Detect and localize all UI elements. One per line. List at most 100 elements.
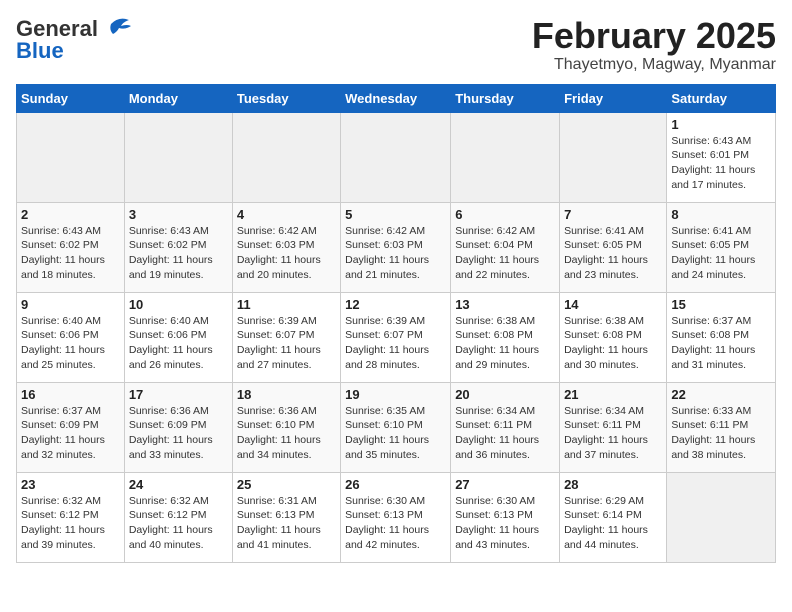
calendar-cell: 27Sunrise: 6:30 AM Sunset: 6:13 PM Dayli… bbox=[451, 472, 560, 562]
day-number: 12 bbox=[345, 297, 446, 312]
day-info: Sunrise: 6:40 AM Sunset: 6:06 PM Dayligh… bbox=[129, 314, 228, 373]
day-info: Sunrise: 6:37 AM Sunset: 6:09 PM Dayligh… bbox=[21, 404, 120, 463]
calendar-cell: 17 Sunrise: 6:36 AM Sunset: 6:09 PM Dayli… bbox=[124, 382, 232, 472]
logo: General Blue bbox=[16, 16, 131, 64]
calendar-week-row: 16 Sunrise: 6:37 AM Sunset: 6:09 PM Dayli… bbox=[17, 382, 776, 472]
day-info: Sunrise: 6:33 AM Sunset: 6:11 PM Dayligh… bbox=[671, 404, 771, 463]
day-info: Sunrise: 6:43 AM Sunset: 6:02 PM Dayligh… bbox=[21, 224, 120, 283]
day-number: 4 bbox=[237, 207, 336, 222]
day-info: Sunrise: 6:36 AM Sunset: 6:09 PM Dayligh… bbox=[129, 404, 228, 463]
calendar-week-row: 2 Sunrise: 6:43 AM Sunset: 6:02 PM Daylig… bbox=[17, 202, 776, 292]
logo-blue: Blue bbox=[16, 38, 64, 64]
day-number: 2 bbox=[21, 207, 120, 222]
calendar-cell: 16 Sunrise: 6:37 AM Sunset: 6:09 PM Dayli… bbox=[17, 382, 125, 472]
calendar-cell: 20 Sunrise: 6:34 AM Sunset: 6:11 PM Dayli… bbox=[451, 382, 560, 472]
day-info: Sunrise: 6:40 AM Sunset: 6:06 PM Dayligh… bbox=[21, 314, 120, 373]
header-friday: Friday bbox=[560, 84, 667, 112]
day-info: Sunrise: 6:42 AM Sunset: 6:03 PM Dayligh… bbox=[345, 224, 446, 283]
day-info: Sunrise: 6:38 AM Sunset: 6:08 PM Dayligh… bbox=[564, 314, 662, 373]
day-info: Sunrise: 6:42 AM Sunset: 6:03 PM Dayligh… bbox=[237, 224, 336, 283]
day-number: 17 bbox=[129, 387, 228, 402]
calendar-cell bbox=[560, 112, 667, 202]
calendar-cell: 6Sunrise: 6:42 AM Sunset: 6:04 PM Daylig… bbox=[451, 202, 560, 292]
day-info: Sunrise: 6:30 AM Sunset: 6:13 PM Dayligh… bbox=[455, 494, 555, 553]
header-saturday: Saturday bbox=[667, 84, 776, 112]
calendar-cell: 7 Sunrise: 6:41 AM Sunset: 6:05 PM Daylig… bbox=[560, 202, 667, 292]
calendar-cell: 11 Sunrise: 6:39 AM Sunset: 6:07 PM Dayli… bbox=[232, 292, 340, 382]
day-number: 22 bbox=[671, 387, 771, 402]
day-info: Sunrise: 6:41 AM Sunset: 6:05 PM Dayligh… bbox=[564, 224, 662, 283]
calendar-cell: 21 Sunrise: 6:34 AM Sunset: 6:11 PM Dayli… bbox=[560, 382, 667, 472]
day-info: Sunrise: 6:30 AM Sunset: 6:13 PM Dayligh… bbox=[345, 494, 446, 553]
day-number: 15 bbox=[671, 297, 771, 312]
day-info: Sunrise: 6:38 AM Sunset: 6:08 PM Dayligh… bbox=[455, 314, 555, 373]
day-number: 5 bbox=[345, 207, 446, 222]
header-wednesday: Wednesday bbox=[341, 84, 451, 112]
calendar-cell: 22 Sunrise: 6:33 AM Sunset: 6:11 PM Dayli… bbox=[667, 382, 776, 472]
header-monday: Monday bbox=[124, 84, 232, 112]
day-info: Sunrise: 6:42 AM Sunset: 6:04 PM Dayligh… bbox=[455, 224, 555, 283]
day-number: 16 bbox=[21, 387, 120, 402]
day-number: 11 bbox=[237, 297, 336, 312]
calendar-week-row: 1Sunrise: 6:43 AM Sunset: 6:01 PM Daylig… bbox=[17, 112, 776, 202]
calendar-cell: 19Sunrise: 6:35 AM Sunset: 6:10 PM Dayli… bbox=[341, 382, 451, 472]
calendar-cell bbox=[124, 112, 232, 202]
calendar-cell: 1Sunrise: 6:43 AM Sunset: 6:01 PM Daylig… bbox=[667, 112, 776, 202]
calendar-cell: 10 Sunrise: 6:40 AM Sunset: 6:06 PM Dayli… bbox=[124, 292, 232, 382]
calendar-cell: 12 Sunrise: 6:39 AM Sunset: 6:07 PM Dayli… bbox=[341, 292, 451, 382]
day-info: Sunrise: 6:34 AM Sunset: 6:11 PM Dayligh… bbox=[564, 404, 662, 463]
calendar-cell: 9 Sunrise: 6:40 AM Sunset: 6:06 PM Daylig… bbox=[17, 292, 125, 382]
day-info: Sunrise: 6:32 AM Sunset: 6:12 PM Dayligh… bbox=[21, 494, 120, 553]
day-number: 9 bbox=[21, 297, 120, 312]
header-sunday: Sunday bbox=[17, 84, 125, 112]
location-title: Thayetmyo, Magway, Myanmar bbox=[532, 56, 776, 74]
calendar-cell: 2 Sunrise: 6:43 AM Sunset: 6:02 PM Daylig… bbox=[17, 202, 125, 292]
calendar-cell: 5 Sunrise: 6:42 AM Sunset: 6:03 PM Daylig… bbox=[341, 202, 451, 292]
day-number: 8 bbox=[671, 207, 771, 222]
calendar-cell: 3 Sunrise: 6:43 AM Sunset: 6:02 PM Daylig… bbox=[124, 202, 232, 292]
day-info: Sunrise: 6:43 AM Sunset: 6:02 PM Dayligh… bbox=[129, 224, 228, 283]
calendar-cell: 4 Sunrise: 6:42 AM Sunset: 6:03 PM Daylig… bbox=[232, 202, 340, 292]
header-tuesday: Tuesday bbox=[232, 84, 340, 112]
day-info: Sunrise: 6:36 AM Sunset: 6:10 PM Dayligh… bbox=[237, 404, 336, 463]
calendar-cell: 28Sunrise: 6:29 AM Sunset: 6:14 PM Dayli… bbox=[560, 472, 667, 562]
calendar-cell: 18 Sunrise: 6:36 AM Sunset: 6:10 PM Dayli… bbox=[232, 382, 340, 472]
day-number: 3 bbox=[129, 207, 228, 222]
day-info: Sunrise: 6:39 AM Sunset: 6:07 PM Dayligh… bbox=[345, 314, 446, 373]
calendar-cell: 26Sunrise: 6:30 AM Sunset: 6:13 PM Dayli… bbox=[341, 472, 451, 562]
day-number: 28 bbox=[564, 477, 662, 492]
day-number: 20 bbox=[455, 387, 555, 402]
calendar-cell bbox=[667, 472, 776, 562]
day-number: 1 bbox=[671, 117, 771, 132]
calendar-cell bbox=[451, 112, 560, 202]
calendar-cell: 14 Sunrise: 6:38 AM Sunset: 6:08 PM Dayli… bbox=[560, 292, 667, 382]
day-info: Sunrise: 6:39 AM Sunset: 6:07 PM Dayligh… bbox=[237, 314, 336, 373]
day-number: 13 bbox=[455, 297, 555, 312]
day-number: 14 bbox=[564, 297, 662, 312]
page-header: General Blue February 2025 Thayetmyo, Ma… bbox=[16, 16, 776, 74]
calendar-cell: 15Sunrise: 6:37 AM Sunset: 6:08 PM Dayli… bbox=[667, 292, 776, 382]
calendar-table: SundayMondayTuesdayWednesdayThursdayFrid… bbox=[16, 84, 776, 563]
calendar-cell bbox=[341, 112, 451, 202]
title-block: February 2025 Thayetmyo, Magway, Myanmar bbox=[532, 16, 776, 74]
calendar-cell bbox=[232, 112, 340, 202]
calendar-cell bbox=[17, 112, 125, 202]
day-info: Sunrise: 6:31 AM Sunset: 6:13 PM Dayligh… bbox=[237, 494, 336, 553]
day-number: 24 bbox=[129, 477, 228, 492]
calendar-cell: 8Sunrise: 6:41 AM Sunset: 6:05 PM Daylig… bbox=[667, 202, 776, 292]
day-number: 23 bbox=[21, 477, 120, 492]
day-info: Sunrise: 6:32 AM Sunset: 6:12 PM Dayligh… bbox=[129, 494, 228, 553]
logo-bird-icon bbox=[101, 16, 131, 38]
day-number: 25 bbox=[237, 477, 336, 492]
calendar-week-row: 23 Sunrise: 6:32 AM Sunset: 6:12 PM Dayli… bbox=[17, 472, 776, 562]
calendar-cell: 23 Sunrise: 6:32 AM Sunset: 6:12 PM Dayli… bbox=[17, 472, 125, 562]
calendar-cell: 24 Sunrise: 6:32 AM Sunset: 6:12 PM Dayli… bbox=[124, 472, 232, 562]
day-number: 19 bbox=[345, 387, 446, 402]
calendar-cell: 25 Sunrise: 6:31 AM Sunset: 6:13 PM Dayli… bbox=[232, 472, 340, 562]
calendar-week-row: 9 Sunrise: 6:40 AM Sunset: 6:06 PM Daylig… bbox=[17, 292, 776, 382]
day-info: Sunrise: 6:34 AM Sunset: 6:11 PM Dayligh… bbox=[455, 404, 555, 463]
day-number: 10 bbox=[129, 297, 228, 312]
day-number: 18 bbox=[237, 387, 336, 402]
day-number: 7 bbox=[564, 207, 662, 222]
day-number: 21 bbox=[564, 387, 662, 402]
